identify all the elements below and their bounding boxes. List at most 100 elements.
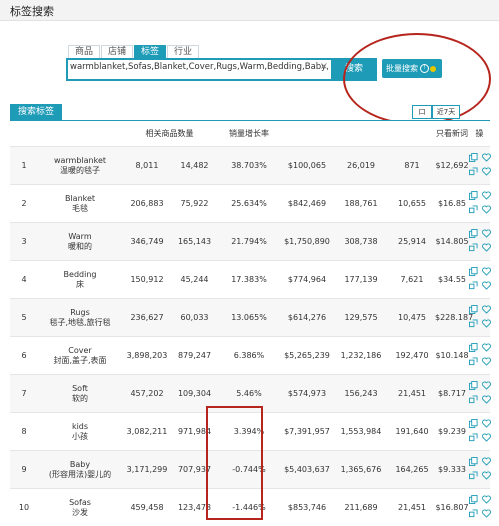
heart-icon[interactable]: [482, 191, 491, 202]
cell-related-count: 457,202: [122, 375, 172, 413]
table-header-row: 相关商品数量 销量增长率 只看新词 操: [10, 121, 490, 147]
keyword-cell[interactable]: Warm暖和的: [38, 223, 122, 261]
heart-icon[interactable]: [482, 267, 491, 278]
cell-col8: $228.187: [435, 299, 469, 337]
row-index: 9: [10, 451, 38, 489]
heart-icon[interactable]: [482, 433, 491, 444]
keyword-cell[interactable]: Rugs毯子,地毯,旅行毯: [38, 299, 122, 337]
copy-icon[interactable]: [469, 229, 478, 240]
keyword-zh: 毯子,地毯,旅行毯: [38, 318, 122, 328]
heart-icon[interactable]: [482, 381, 491, 392]
heart-icon[interactable]: [482, 153, 491, 164]
tab-industry[interactable]: 行业: [167, 45, 199, 59]
link-icon[interactable]: [469, 357, 478, 368]
link-icon[interactable]: [469, 395, 478, 406]
cell-col6: 211,689: [333, 489, 389, 526]
keyword-cell[interactable]: warmblanket温暖的毯子: [38, 147, 122, 185]
heart-icon[interactable]: [482, 205, 491, 216]
heart-icon[interactable]: [482, 281, 491, 292]
cell-col8: $12,692: [435, 147, 469, 185]
cell-sales-growth: 17.383%: [217, 261, 281, 299]
keyword-cell[interactable]: Bedding床: [38, 261, 122, 299]
search-box[interactable]: warmblanket,Sofas,Blanket,Cover,Rugs,War…: [66, 58, 333, 81]
cell-related-count: 346,749: [122, 223, 172, 261]
heart-icon[interactable]: [482, 229, 491, 240]
cell-col5: $5,403,637: [281, 451, 333, 489]
cell-col6: 1,365,676: [333, 451, 389, 489]
link-icon[interactable]: [469, 243, 478, 254]
heart-icon[interactable]: [482, 457, 491, 468]
heart-icon[interactable]: [482, 419, 491, 430]
header-keyword: [38, 121, 122, 147]
cell-col5: $842,469: [281, 185, 333, 223]
keyword-zh: 暖和的: [38, 242, 122, 252]
table-row: 2Blanket毛毯206,88375,92225.634%$842,46918…: [10, 185, 490, 223]
row-ops: [469, 451, 490, 489]
link-icon[interactable]: [469, 205, 478, 216]
keyword-en: Baby: [38, 460, 122, 470]
close-icon[interactable]: ×: [320, 61, 328, 72]
row-ops: [469, 261, 490, 299]
header-sales-growth[interactable]: 销量增长率: [217, 121, 281, 147]
range-custom-button[interactable]: 口: [412, 105, 432, 119]
header-new-words-only[interactable]: 只看新词: [435, 121, 469, 147]
heart-icon[interactable]: [482, 471, 491, 482]
heart-icon[interactable]: [482, 305, 491, 316]
link-icon[interactable]: [469, 509, 478, 520]
copy-icon[interactable]: [469, 419, 478, 430]
copy-icon[interactable]: [469, 191, 478, 202]
range-7days-button[interactable]: 近7天: [432, 105, 460, 119]
copy-icon[interactable]: [469, 495, 478, 506]
tab-shop[interactable]: 店铺: [101, 45, 133, 59]
link-icon[interactable]: [469, 433, 478, 444]
page-title: 标签搜索: [10, 3, 54, 19]
copy-icon[interactable]: [469, 343, 478, 354]
cell-col6: 1,553,984: [333, 413, 389, 451]
keyword-en: warmblanket: [38, 156, 122, 166]
cell-col5: $7,391,957: [281, 413, 333, 451]
link-icon[interactable]: [469, 319, 478, 330]
heart-icon[interactable]: [482, 167, 491, 178]
copy-icon[interactable]: [469, 305, 478, 316]
heart-icon[interactable]: [482, 395, 491, 406]
keyword-cell[interactable]: Baby(形容用法)婴儿的: [38, 451, 122, 489]
keyword-zh: (形容用法)婴儿的: [38, 470, 122, 480]
cell-sales-growth: 25.634%: [217, 185, 281, 223]
heart-icon[interactable]: [482, 343, 491, 354]
cell-col8: $9.333: [435, 451, 469, 489]
keyword-cell[interactable]: Cover封面,盖子,表面: [38, 337, 122, 375]
keyword-cell[interactable]: Soft软的: [38, 375, 122, 413]
row-ops: [469, 375, 490, 413]
row-index: 5: [10, 299, 38, 337]
link-icon[interactable]: [469, 167, 478, 178]
cell-col5: $853,746: [281, 489, 333, 526]
cell-related-count: 3,082,211: [122, 413, 172, 451]
keyword-en: Soft: [38, 384, 122, 394]
copy-icon[interactable]: [469, 381, 478, 392]
header-col5: [281, 121, 333, 147]
row-index: 7: [10, 375, 38, 413]
heart-icon[interactable]: [482, 509, 491, 520]
link-icon[interactable]: [469, 471, 478, 482]
heart-icon[interactable]: [482, 495, 491, 506]
tab-product[interactable]: 商品: [68, 45, 100, 59]
keyword-cell[interactable]: Blanket毛毯: [38, 185, 122, 223]
heart-icon[interactable]: [482, 357, 491, 368]
tab-tag[interactable]: 标签: [134, 45, 166, 59]
search-input[interactable]: warmblanket,Sofas,Blanket,Cover,Rugs,War…: [70, 62, 329, 72]
keyword-cell[interactable]: Sofas沙发: [38, 489, 122, 526]
heart-icon[interactable]: [482, 243, 491, 254]
keyword-en: Sofas: [38, 498, 122, 508]
copy-icon[interactable]: [469, 153, 478, 164]
copy-icon[interactable]: [469, 457, 478, 468]
link-icon[interactable]: [469, 281, 478, 292]
section-label: 搜索标签: [10, 104, 62, 120]
cell-related-count: 8,011: [122, 147, 172, 185]
table-row: 5Rugs毯子,地毯,旅行毯236,62760,03313.065%$614,2…: [10, 299, 490, 337]
top-bar: 标签搜索: [0, 0, 499, 21]
cell-sales-growth: 13.065%: [217, 299, 281, 337]
cell-col8: $8.717: [435, 375, 469, 413]
keyword-cell[interactable]: kids小孩: [38, 413, 122, 451]
copy-icon[interactable]: [469, 267, 478, 278]
heart-icon[interactable]: [482, 319, 491, 330]
